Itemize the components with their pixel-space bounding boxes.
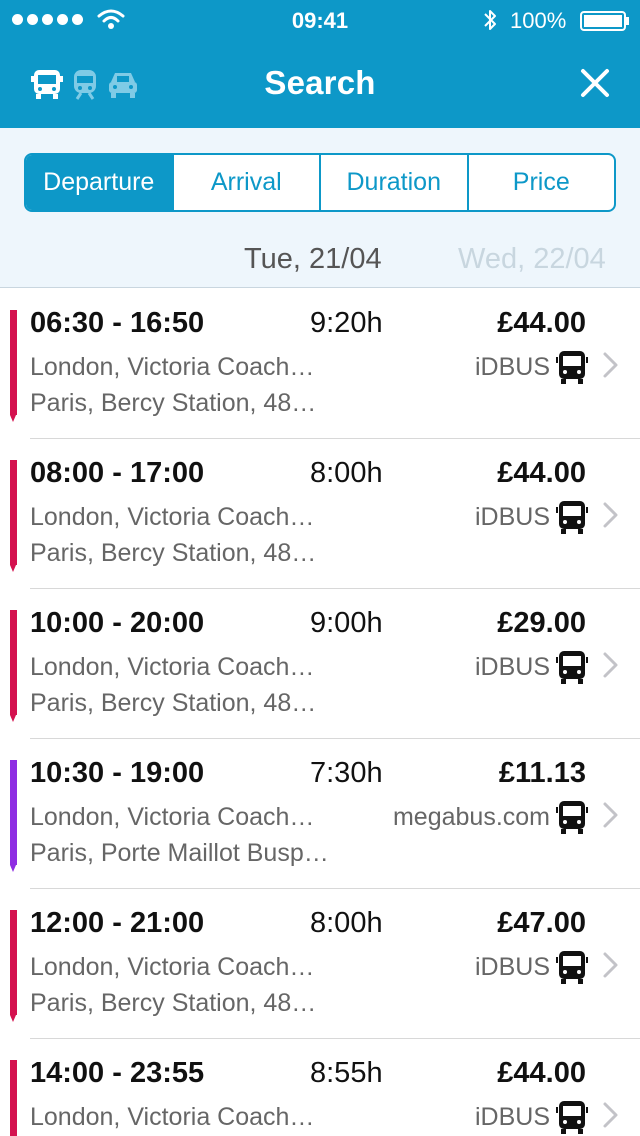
result-price: £47.00 xyxy=(497,907,586,939)
next-date[interactable]: Wed, 22/04 xyxy=(458,243,606,276)
result-times: 06:30 - 16:50 xyxy=(30,307,205,339)
result-duration: 9:00h xyxy=(310,607,383,639)
result-duration: 8:00h xyxy=(310,907,383,939)
result-destination: Paris, Bercy Station, 48… xyxy=(30,539,317,567)
operator-color-bar xyxy=(10,610,17,722)
result-origin: London, Victoria Coach… xyxy=(30,353,315,381)
result-destination: Paris, Bercy Station, 48… xyxy=(30,389,317,417)
tab-duration[interactable]: Duration xyxy=(321,155,469,210)
result-duration: 9:20h xyxy=(310,307,383,339)
result-price: £11.13 xyxy=(498,757,586,789)
bluetooth-icon xyxy=(484,10,496,30)
operator-color-bar xyxy=(10,760,17,872)
result-operator: iDBUS xyxy=(474,1103,550,1131)
result-destination: Paris, Porte Maillot Busp… xyxy=(30,839,329,867)
result-price: £29.00 xyxy=(497,607,586,639)
operator-color-bar xyxy=(10,1060,17,1136)
result-price: £44.00 xyxy=(497,307,586,339)
bus-icon xyxy=(556,351,588,384)
result-row[interactable]: 10:30 - 19:00 7:30h £11.13 London, Victo… xyxy=(0,739,640,889)
result-row[interactable]: 08:00 - 17:00 8:00h £44.00 London, Victo… xyxy=(0,439,640,589)
result-origin: London, Victoria Coach… xyxy=(30,953,315,981)
status-bar: 09:41 100% xyxy=(0,0,640,40)
result-origin: London, Victoria Coach… xyxy=(30,653,315,681)
bus-icon xyxy=(556,651,588,684)
tab-arrival[interactable]: Arrival xyxy=(174,155,321,210)
result-operator: iDBUS xyxy=(474,353,550,381)
result-row[interactable]: 12:00 - 21:00 8:00h £47.00 London, Victo… xyxy=(0,889,640,1039)
result-duration: 8:00h xyxy=(310,457,383,489)
result-destination: Paris, Bercy Station, 48… xyxy=(30,689,317,717)
result-price: £44.00 xyxy=(497,1057,586,1089)
chevron-right-icon xyxy=(603,652,618,678)
bus-icon xyxy=(556,801,588,834)
result-row[interactable]: 06:30 - 16:50 9:20h £44.00 London, Victo… xyxy=(0,289,640,439)
chevron-right-icon xyxy=(603,352,618,378)
result-operator: megabus.com xyxy=(392,803,550,831)
operator-color-bar xyxy=(10,910,17,1022)
bus-icon xyxy=(556,1101,588,1134)
chevron-right-icon xyxy=(603,1102,618,1128)
bus-icon xyxy=(556,951,588,984)
sort-controls: Departure Arrival Duration Price Tue, 21… xyxy=(0,128,640,288)
chevron-right-icon xyxy=(603,502,618,528)
operator-color-bar xyxy=(10,460,17,572)
close-icon[interactable] xyxy=(578,66,612,100)
result-operator: iDBUS xyxy=(474,503,550,531)
page-title: Search xyxy=(264,64,376,101)
result-times: 10:30 - 19:00 xyxy=(30,757,205,789)
result-row[interactable]: 14:00 - 23:55 8:55h £44.00 London, Victo… xyxy=(0,1039,640,1136)
chevron-right-icon xyxy=(603,802,618,828)
battery-icon xyxy=(580,11,629,31)
result-origin: London, Victoria Coach… xyxy=(30,503,315,531)
result-operator: iDBUS xyxy=(474,653,550,681)
sort-segmented-control: Departure Arrival Duration Price xyxy=(24,153,616,212)
result-origin: London, Victoria Coach… xyxy=(30,803,315,831)
tab-departure[interactable]: Departure xyxy=(26,155,174,210)
result-price: £44.00 xyxy=(497,457,586,489)
result-destination: Paris, Bercy Station, 48… xyxy=(30,989,317,1017)
result-row[interactable]: 10:00 - 20:00 9:00h £29.00 London, Victo… xyxy=(0,589,640,739)
result-times: 08:00 - 17:00 xyxy=(30,457,205,489)
result-duration: 8:55h xyxy=(310,1057,383,1089)
result-times: 10:00 - 20:00 xyxy=(30,607,205,639)
battery-percentage: 100% xyxy=(510,8,567,33)
chevron-right-icon xyxy=(603,952,618,978)
operator-color-bar xyxy=(10,310,17,422)
results-list: 06:30 - 16:50 9:20h £44.00 London, Victo… xyxy=(0,289,640,1136)
result-operator: iDBUS xyxy=(474,953,550,981)
current-date[interactable]: Tue, 21/04 xyxy=(244,243,382,276)
tab-price[interactable]: Price xyxy=(469,155,615,210)
result-times: 12:00 - 21:00 xyxy=(30,907,205,939)
result-origin: London, Victoria Coach… xyxy=(30,1103,315,1131)
result-duration: 7:30h xyxy=(310,757,383,789)
result-times: 14:00 - 23:55 xyxy=(30,1057,205,1089)
bus-icon xyxy=(556,501,588,534)
app-header: 09:41 100% Search xyxy=(0,0,640,128)
